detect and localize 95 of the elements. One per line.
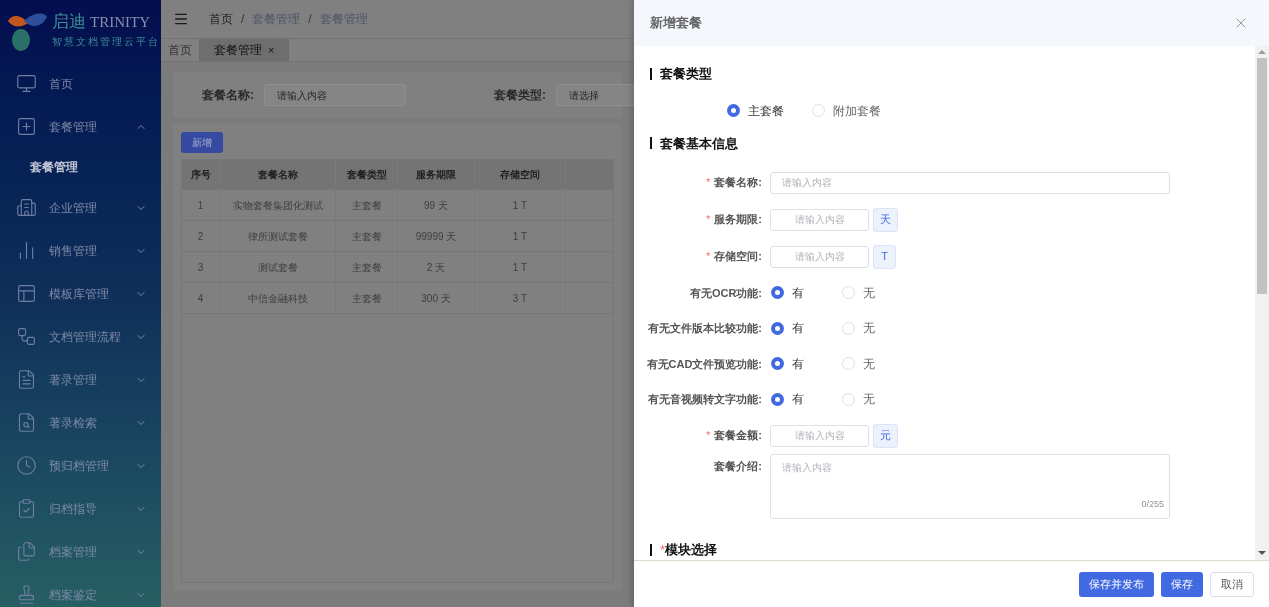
sidebar-item[interactable]: 首页 (0, 62, 161, 105)
table-cell: 3 (182, 252, 220, 282)
char-counter: 0/255 (1141, 497, 1164, 511)
logo-brand: TRINITY (90, 14, 150, 30)
radio-option[interactable]: 有 (771, 390, 804, 409)
sidebar-item[interactable]: 模板库管理 (0, 272, 161, 315)
table-cell: 3 T (475, 283, 566, 313)
field-label: 服务期限: (714, 212, 762, 228)
required-mark: * (706, 212, 711, 228)
radio-option[interactable]: 主套餐 (727, 101, 784, 120)
file-search-icon (16, 412, 37, 433)
required-mark: * (706, 175, 711, 191)
radio-option[interactable]: 附加套餐 (812, 101, 881, 120)
footer-button[interactable]: 保存并发布 (1079, 571, 1154, 597)
required-mark: * (706, 249, 711, 265)
sidebar-item[interactable]: 销售管理 (0, 229, 161, 272)
sidebar-subitem[interactable]: 套餐管理 (0, 148, 161, 186)
sidebar-item[interactable]: 预归档管理 (0, 444, 161, 487)
table-cell: 1 T (475, 252, 566, 282)
sidebar-item[interactable]: 套餐管理 (0, 105, 161, 148)
sidebar-item[interactable]: 著录检索 (0, 401, 161, 444)
input-field[interactable]: 请输入内容 (770, 245, 869, 268)
section-title: 模块选择 (665, 541, 718, 559)
radio-option[interactable]: 有 (771, 354, 804, 373)
page-tab[interactable]: 套餐管理 × (199, 39, 290, 61)
footer-button[interactable]: 取消 (1210, 571, 1254, 597)
sidebar-item[interactable]: 著录管理 (0, 358, 161, 401)
textarea-field[interactable]: 请输入内容 0/255 (770, 454, 1170, 519)
input-field[interactable]: 请输入内容 (770, 208, 869, 231)
input-field[interactable]: 请输入内容 (770, 171, 1170, 194)
add-button[interactable]: 新增 (181, 132, 223, 153)
building-icon (16, 197, 37, 218)
drawer-title: 新增套餐 (650, 14, 702, 33)
field-label: 有无CAD文件预览功能: (646, 356, 762, 372)
filter-label: 套餐类型: (494, 87, 546, 104)
table-cell: 1 T (475, 221, 566, 251)
field-label: 有无音视频转文字功能: (648, 392, 762, 407)
column-header: 序号 (182, 160, 220, 189)
select-field[interactable]: 请选择 (556, 84, 634, 106)
table-cell: 1 (182, 190, 220, 220)
required-mark: * (706, 428, 711, 444)
layout-icon (16, 283, 37, 304)
column-header: 服务期限 (398, 160, 475, 189)
scrollbar[interactable] (1255, 46, 1269, 560)
table-cell: 1 T (475, 190, 566, 220)
sidebar-item[interactable]: 企业管理 (0, 186, 161, 229)
radio-option[interactable]: 有 (771, 319, 804, 338)
clock-icon (16, 455, 37, 476)
breadcrumb-separator: / (241, 11, 245, 28)
required-mark: * (660, 541, 666, 559)
page-tab[interactable]: 首页 (161, 39, 199, 61)
sidebar-item[interactable]: 文档管理流程 (0, 315, 161, 358)
menu-icon[interactable] (173, 11, 189, 27)
column-header: 套餐名称 (220, 160, 336, 189)
radio-option[interactable]: 有 (771, 283, 804, 302)
unit-tag: 元 (873, 423, 898, 448)
column-header: 套餐类型 (336, 160, 398, 189)
field-label: 套餐金额: (714, 428, 762, 444)
sidebar-item[interactable]: 档案管理 (0, 530, 161, 573)
table-cell: 99 天 (398, 190, 475, 220)
field-label: 存储空间: (714, 249, 762, 265)
clipboard-check-icon (16, 498, 37, 519)
column-header: 存储空间 (475, 160, 566, 189)
logo-name: 启迪 (52, 12, 86, 30)
section-title: 套餐基本信息 (660, 134, 738, 153)
unit-tag: 天 (873, 207, 898, 232)
field-label: 有无OCR功能: (689, 285, 762, 301)
stamp-icon (16, 584, 37, 605)
radio-option[interactable]: 无 (842, 390, 875, 409)
section-title: 套餐类型 (660, 65, 712, 83)
monitor-icon (16, 73, 37, 94)
radio-option[interactable]: 无 (842, 354, 875, 373)
square-plus-icon (16, 116, 37, 137)
breadcrumb-separator: / (308, 11, 312, 28)
footer-button[interactable]: 保存 (1161, 571, 1203, 597)
field-label: 套餐介绍: (714, 459, 762, 474)
breadcrumb-item[interactable]: 首页 (209, 10, 233, 28)
filter-label: 套餐名称: (202, 87, 254, 104)
table-cell: 4 (182, 283, 220, 313)
input-field[interactable]: 请输入内容 (264, 84, 406, 106)
unit-tag: T (873, 244, 896, 269)
radio-option[interactable]: 无 (842, 283, 875, 302)
files-icon (16, 541, 37, 562)
field-label: 有无文件版本比较功能: (648, 321, 762, 336)
workflow-icon (16, 326, 37, 347)
radio-option[interactable]: 无 (842, 319, 875, 338)
input-field[interactable]: 请输入内容 (770, 424, 869, 447)
document-icon (16, 369, 37, 390)
field-label: 套餐名称: (714, 175, 762, 191)
tab-close[interactable]: × (268, 41, 275, 59)
table-cell: 99999 天 (398, 221, 475, 251)
sidebar-item[interactable]: 档案鉴定 (0, 573, 161, 607)
table-cell: 300 天 (398, 283, 475, 313)
sidebar-item[interactable]: 归档指导 (0, 487, 161, 530)
logo-subtitle: 智慧文档管理云平台 (52, 34, 160, 49)
